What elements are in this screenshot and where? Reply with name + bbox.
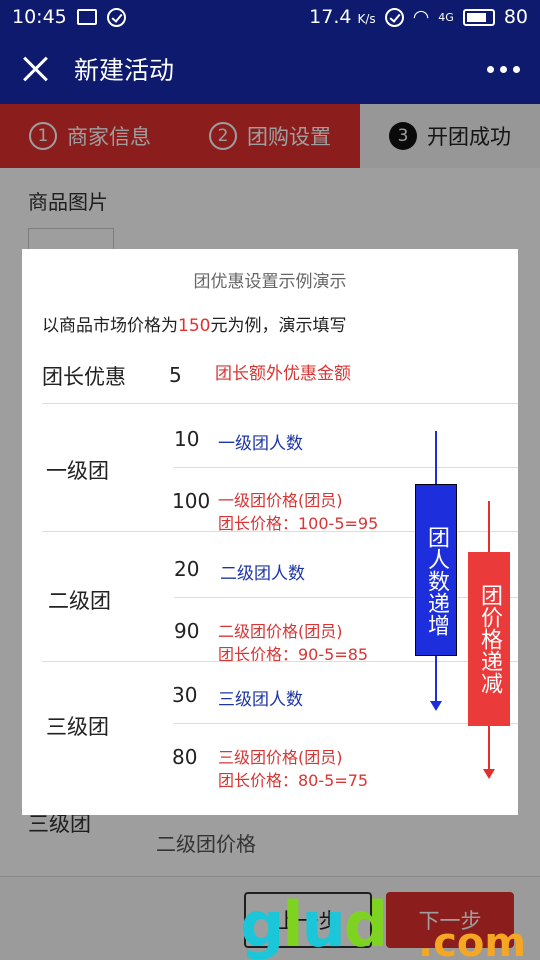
- modal-intro: 以商品市场价格为150元为例，演示填写: [42, 316, 347, 336]
- count-increase-bar: 团人数递增: [415, 484, 457, 656]
- divider: [174, 597, 518, 598]
- close-icon[interactable]: [20, 53, 52, 85]
- down-arrow-blue-icon: [430, 701, 442, 711]
- tier3-count-desc: 三级团人数: [218, 690, 303, 710]
- divider: [42, 403, 518, 404]
- status-time: 10:45: [12, 6, 67, 28]
- status-bar: 10:45 17.4 K/s ◠ 4G 80: [0, 0, 540, 34]
- page-title: 新建活动: [74, 56, 175, 85]
- tier2-label: 二级团: [48, 589, 111, 613]
- tier3-price-desc: 三级团价格(团员): [218, 748, 343, 767]
- intro-price: 150: [178, 316, 211, 336]
- check-circle-icon: [106, 7, 126, 27]
- tier1-count: 10: [174, 427, 200, 451]
- tier1-label: 一级团: [46, 459, 109, 483]
- tier1-price-desc: 一级团价格(团员): [218, 491, 343, 510]
- battery-level: 80: [503, 6, 528, 28]
- tier2-leader-price: 团长价格：90-5=85: [218, 645, 369, 664]
- tier3-price: 80: [172, 745, 198, 769]
- image-icon: [76, 9, 97, 25]
- leader-label: 团长优惠: [42, 365, 126, 389]
- modal-title: 团优惠设置示例演示: [193, 272, 347, 292]
- battery-icon: [462, 8, 495, 26]
- wifi-icon: ◠: [412, 6, 430, 28]
- leader-desc: 团长额外优惠金额: [215, 364, 351, 384]
- leader-value: 5: [169, 363, 182, 387]
- tier2-price-desc: 二级团价格(团员): [218, 622, 343, 641]
- price-decrease-bar: 团价格递减: [468, 552, 510, 726]
- tier2-count: 20: [174, 557, 200, 581]
- title-bar: 新建活动: [0, 34, 540, 104]
- tier3-count: 30: [172, 683, 198, 707]
- more-icon[interactable]: [487, 65, 520, 73]
- tier3-example-label: 三级团: [46, 715, 109, 739]
- divider: [42, 661, 518, 662]
- tier3-leader-price: 团长价格：80-5=75: [218, 771, 369, 790]
- network-type: 4G: [438, 10, 454, 24]
- tier1-price: 100: [172, 489, 211, 513]
- alarm-icon: [384, 7, 404, 27]
- tier1-count-desc: 一级团人数: [218, 434, 303, 454]
- tier2-price: 90: [174, 619, 200, 643]
- down-arrow-red-icon: [483, 769, 495, 779]
- network-speed: 17.4 K/s: [309, 6, 376, 28]
- divider: [174, 467, 518, 468]
- tier2-count-desc: 二级团人数: [220, 564, 305, 584]
- example-modal: 团优惠设置示例演示 以商品市场价格为150元为例，演示填写 团长优惠 5 团长额…: [22, 249, 518, 815]
- watermark-suffix: .com: [418, 920, 527, 960]
- divider: [174, 723, 518, 724]
- watermark-logo: glud: [240, 888, 388, 960]
